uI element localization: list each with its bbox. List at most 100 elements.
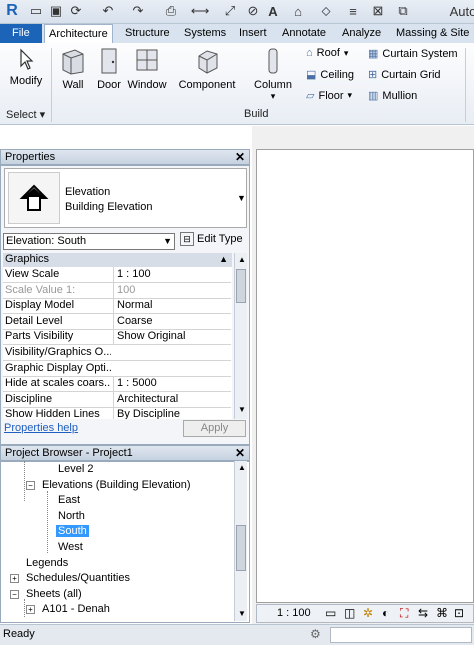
property-value[interactable]: 1 : 100 xyxy=(113,267,231,282)
property-value[interactable]: Normal xyxy=(113,298,231,314)
scroll-thumb[interactable] xyxy=(236,269,246,303)
measure-icon[interactable]: ⟷ xyxy=(191,3,210,19)
tree-item[interactable]: East xyxy=(56,494,82,506)
drawing-canvas[interactable] xyxy=(256,149,474,603)
scroll-down-icon[interactable]: ▼ xyxy=(238,405,246,414)
property-value[interactable]: 100 xyxy=(113,282,231,298)
thin-lines-icon[interactable]: ≡ xyxy=(345,3,361,19)
close-icon[interactable]: ✕ xyxy=(235,150,245,164)
property-row[interactable]: Hide at scales coars... 1 : 5000 xyxy=(3,376,231,393)
door-button[interactable]: Door xyxy=(94,46,124,91)
property-value[interactable]: Coarse xyxy=(113,313,231,329)
tree-item[interactable]: North xyxy=(56,510,87,522)
redo-icon[interactable]: ↷ xyxy=(130,3,146,19)
detail-level-icon[interactable]: ▭ xyxy=(325,605,336,622)
expand-icon[interactable]: + xyxy=(26,605,35,615)
visual-style-icon[interactable]: ◫ xyxy=(344,605,355,622)
reveal-hidden-icon[interactable]: ⇆ xyxy=(418,605,428,622)
tab-massing-site[interactable]: Massing & Site xyxy=(392,24,473,43)
section-icon[interactable]: ⬦ xyxy=(318,3,334,19)
tree-item[interactable]: Level 2 xyxy=(56,463,95,475)
tab-systems[interactable]: Systems xyxy=(180,24,230,43)
edit-type-button[interactable]: ⊟ Edit Type xyxy=(180,232,243,246)
tree-item[interactable]: + A101 - Denah xyxy=(26,603,112,615)
tree-item[interactable]: − Sheets (all) xyxy=(10,588,84,600)
crop-view-icon[interactable]: ⛶ xyxy=(400,605,408,622)
property-row[interactable]: Display Model Normal xyxy=(3,298,231,315)
tree-item[interactable]: − Elevations (Building Elevation) xyxy=(26,479,193,491)
scroll-down-icon[interactable]: ▼ xyxy=(238,609,246,618)
column-dropdown-icon[interactable]: ▾ xyxy=(250,91,296,102)
3d-view-icon[interactable]: ⌂ xyxy=(290,3,306,19)
close-icon[interactable]: ✕ xyxy=(235,446,245,460)
text-icon[interactable]: A xyxy=(265,3,281,19)
property-row[interactable]: Scale Value 1: 100 xyxy=(3,282,231,299)
view-scale[interactable]: 1 : 100 xyxy=(277,605,311,622)
open-icon[interactable]: ▭ xyxy=(28,3,44,19)
property-value[interactable]: 1 : 5000 xyxy=(113,376,231,392)
collapse-icon[interactable]: − xyxy=(10,589,19,599)
tree-item[interactable]: South xyxy=(56,525,89,538)
mullion-button[interactable]: ▥ Mullion xyxy=(368,89,417,103)
apply-button[interactable]: Apply xyxy=(183,420,246,437)
sync-icon[interactable]: ⟳ xyxy=(68,3,84,19)
worksharing-icon[interactable]: ⚙ xyxy=(310,627,321,641)
curtain-grid-button[interactable]: ⊞ Curtain Grid xyxy=(368,68,441,82)
curtain-system-button[interactable]: ▦ Curtain System xyxy=(368,47,458,61)
properties-scrollbar[interactable]: ▲ ▼ xyxy=(234,253,247,419)
tab-annotate[interactable]: Annotate xyxy=(278,24,330,43)
modify-button[interactable]: Modify xyxy=(8,48,44,87)
floor-button[interactable]: ▱ Floor ▾ xyxy=(306,89,353,103)
tag-icon[interactable]: ⊘ xyxy=(245,3,261,19)
properties-help-link[interactable]: Properties help xyxy=(4,422,78,434)
property-value[interactable]: Architectural xyxy=(113,391,231,407)
expand-icon[interactable]: + xyxy=(10,574,19,584)
floor-dropdown-icon[interactable]: ▾ xyxy=(348,90,353,101)
property-row[interactable]: Parts Visibility Show Original xyxy=(3,329,231,346)
type-selector[interactable]: Elevation Building Elevation ▼ xyxy=(4,168,247,228)
scroll-up-icon[interactable]: ▲ xyxy=(238,463,246,472)
property-value[interactable]: Show Original xyxy=(113,329,231,345)
tree-item[interactable]: Legends xyxy=(24,557,70,569)
property-row[interactable]: Graphic Display Opti...Edit... xyxy=(3,361,231,377)
roof-dropdown-icon[interactable]: ▾ xyxy=(344,48,349,59)
dimension-icon[interactable]: ⤢ xyxy=(222,3,238,19)
sun-path-icon[interactable]: ✲ xyxy=(363,605,373,622)
print-icon[interactable]: ⎙ xyxy=(163,3,179,19)
close-windows-icon[interactable]: ⊠ xyxy=(370,3,386,19)
roof-button[interactable]: ⌂ Roof ▾ xyxy=(306,47,348,59)
type-dropdown-icon[interactable]: ▼ xyxy=(237,193,246,203)
collapse-icon[interactable]: − xyxy=(26,480,35,490)
component-button[interactable]: Component xyxy=(176,46,238,91)
shadows-icon[interactable]: ◐ xyxy=(382,605,389,622)
window-button[interactable]: Window xyxy=(126,46,168,91)
revit-logo-icon[interactable]: R xyxy=(3,2,21,19)
tree-item[interactable]: + Schedules/Quantities xyxy=(10,572,132,584)
tab-insert[interactable]: Insert xyxy=(235,24,271,43)
save-icon[interactable]: ▣ xyxy=(48,3,64,19)
property-row[interactable]: View Scale 1 : 100 xyxy=(3,267,231,283)
property-row[interactable]: Visibility/Graphics O...Edit... xyxy=(3,345,231,361)
temporary-hide-icon[interactable]: ⌘ xyxy=(436,605,448,622)
tree-item[interactable]: West xyxy=(56,541,85,553)
select-group-dropdown[interactable]: Select ▾ xyxy=(6,108,50,121)
scroll-thumb[interactable] xyxy=(236,525,246,571)
property-value[interactable]: By Discipline xyxy=(113,407,231,419)
ceiling-button[interactable]: ⬓ Ceiling xyxy=(306,68,354,82)
undo-icon[interactable]: ↶ xyxy=(100,3,116,19)
property-row[interactable]: Show Hidden Lines By Discipline xyxy=(3,407,231,419)
instance-selector[interactable]: Elevation: South ▼ xyxy=(3,233,175,250)
scroll-up-icon[interactable]: ▲ xyxy=(238,255,246,264)
tab-analyze[interactable]: Analyze xyxy=(338,24,385,43)
tab-architecture[interactable]: Architecture xyxy=(44,24,113,43)
tab-structure[interactable]: Structure xyxy=(121,24,174,43)
property-row[interactable]: Discipline Architectural xyxy=(3,391,231,408)
property-row[interactable]: Detail Level Coarse xyxy=(3,313,231,330)
graphics-section-header[interactable]: Graphics ▲ xyxy=(3,253,232,267)
column-button[interactable]: Column ▾ xyxy=(250,46,296,102)
highlight-icon[interactable]: ⊡ xyxy=(454,605,464,622)
switch-windows-icon[interactable]: ⧉ xyxy=(395,3,411,19)
wall-button[interactable]: Wall xyxy=(56,46,90,91)
tab-file[interactable]: File xyxy=(0,24,42,43)
browser-scrollbar[interactable]: ▲ ▼ xyxy=(234,461,247,621)
